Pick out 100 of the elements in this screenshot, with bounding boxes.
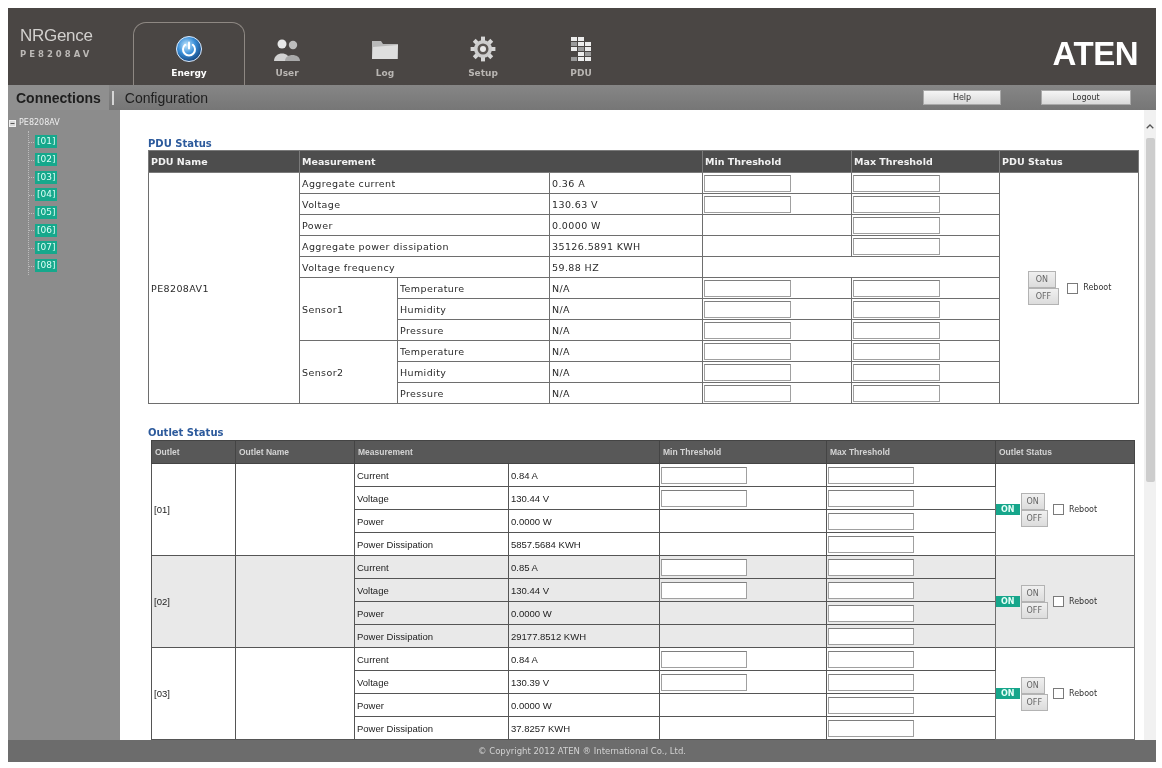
measurement-label: Power: [299, 214, 550, 236]
nav-tab[interactable]: Setup: [434, 22, 532, 85]
measurement-value: N/A: [549, 382, 703, 404]
max-threshold-field[interactable]: [853, 216, 941, 234]
measurement-label: Aggregate power dissipation: [299, 235, 550, 257]
max-threshold-field[interactable]: [828, 558, 914, 576]
help-button[interactable]: Help: [923, 90, 1001, 105]
measurement-value: 130.44 V: [508, 578, 660, 602]
measurement-value: 0.0000 W: [508, 601, 660, 625]
max-threshold-field[interactable]: [853, 363, 941, 381]
on-button[interactable]: ON: [1020, 492, 1045, 510]
max-threshold-field[interactable]: [853, 300, 941, 318]
on-button[interactable]: ON: [1020, 584, 1045, 602]
reboot-checkbox[interactable]: [1053, 688, 1064, 699]
max-threshold-field[interactable]: [828, 581, 914, 599]
reboot-checkbox[interactable]: [1053, 596, 1064, 607]
measurement-value: 0.0000 W: [508, 693, 660, 717]
measurement-label: Voltage frequency: [299, 256, 550, 278]
min-threshold-field[interactable]: [704, 321, 792, 339]
max-threshold-field[interactable]: [828, 466, 914, 484]
max-threshold-field[interactable]: [853, 321, 941, 339]
subnav-tab[interactable]: Connections: [8, 85, 109, 110]
max-threshold-field[interactable]: [853, 195, 941, 213]
tree-item[interactable]: [03]: [35, 170, 58, 184]
min-threshold-field[interactable]: [661, 581, 747, 599]
measurement-label: Power: [354, 601, 509, 625]
logout-button[interactable]: Logout: [1041, 90, 1131, 105]
max-threshold-field[interactable]: [828, 489, 914, 507]
measurement-value: N/A: [549, 340, 703, 362]
scrollbar-thumb[interactable]: [1145, 138, 1155, 482]
min-threshold-field[interactable]: [661, 558, 747, 576]
reboot-checkbox[interactable]: [1067, 282, 1079, 294]
measurement-value: 37.8257 KWH: [508, 716, 660, 740]
off-button[interactable]: OFF: [1020, 693, 1048, 711]
column-header: Outlet Name: [235, 440, 355, 464]
sensor-reading-label: Temperature: [397, 340, 550, 362]
reboot-label: Reboot: [1069, 596, 1098, 607]
on-button[interactable]: ON: [1027, 271, 1056, 288]
sensor-reading-label: Temperature: [397, 277, 550, 299]
section-title: PDU Status: [148, 138, 212, 149]
max-threshold-field[interactable]: [853, 174, 941, 192]
column-header: PDU Status: [999, 150, 1139, 173]
max-threshold-field[interactable]: [828, 604, 914, 622]
max-threshold-field[interactable]: [853, 342, 941, 360]
off-button[interactable]: OFF: [1020, 601, 1048, 619]
tree-item[interactable]: [08]: [35, 259, 58, 273]
power-icon: [176, 36, 202, 62]
min-threshold-field[interactable]: [704, 342, 792, 360]
min-threshold-field[interactable]: [704, 384, 792, 402]
min-threshold-field[interactable]: [704, 174, 792, 192]
status-badge: ON: [996, 504, 1020, 515]
tree-item[interactable]: [07]: [35, 241, 58, 255]
min-threshold-field[interactable]: [704, 195, 792, 213]
measurement-label: Power Dissipation: [354, 532, 509, 556]
off-button[interactable]: OFF: [1027, 288, 1060, 305]
tree-item[interactable]: [01]: [35, 135, 58, 149]
status-badge: ON: [996, 596, 1020, 607]
min-threshold-field[interactable]: [661, 489, 747, 507]
tree-item[interactable]: [06]: [35, 223, 58, 237]
min-threshold-field[interactable]: [661, 466, 747, 484]
min-threshold-field[interactable]: [661, 650, 747, 668]
measurement-value: N/A: [549, 361, 703, 383]
sensor-name: Sensor2: [299, 340, 398, 404]
measurement-value: 0.84 A: [508, 647, 660, 671]
min-threshold-field[interactable]: [704, 363, 792, 381]
max-threshold-field[interactable]: [828, 673, 914, 691]
off-button[interactable]: OFF: [1020, 509, 1048, 527]
reboot-label: Reboot: [1083, 283, 1112, 293]
on-button[interactable]: ON: [1020, 676, 1045, 694]
minus-box-icon[interactable]: [9, 119, 16, 127]
measurement-label: Power: [354, 509, 509, 533]
max-threshold-field[interactable]: [828, 719, 914, 737]
max-threshold-field[interactable]: [828, 696, 914, 714]
max-threshold-field[interactable]: [853, 279, 941, 297]
subnav-tab[interactable]: Configuration: [116, 85, 217, 110]
max-threshold-field[interactable]: [828, 650, 914, 668]
measurement-label: Current: [354, 463, 509, 487]
column-header: Measurement: [354, 440, 660, 464]
nav-tab[interactable]: PDU: [532, 22, 630, 85]
scrollbar[interactable]: [1144, 110, 1156, 740]
min-threshold-field[interactable]: [661, 673, 747, 691]
reboot-checkbox[interactable]: [1053, 504, 1064, 515]
min-threshold-field[interactable]: [704, 279, 792, 297]
measurement-label: Voltage: [299, 193, 550, 215]
tree-item[interactable]: [05]: [35, 206, 58, 220]
scroll-up-icon[interactable]: [1146, 124, 1154, 129]
tree-item[interactable]: [04]: [35, 188, 58, 202]
tree-root-label[interactable]: PE8208AV: [19, 118, 60, 128]
min-threshold-field[interactable]: [704, 300, 792, 318]
nav-tab[interactable]: Log: [336, 22, 434, 85]
max-threshold-field[interactable]: [853, 384, 941, 402]
max-threshold-field[interactable]: [828, 627, 914, 645]
max-threshold-field[interactable]: [853, 237, 941, 255]
sensor-reading-label: Humidity: [397, 298, 550, 320]
sensor-reading-label: Pressure: [397, 319, 550, 341]
max-threshold-field[interactable]: [828, 512, 914, 530]
tree-item[interactable]: [02]: [35, 153, 58, 167]
max-threshold-field[interactable]: [828, 535, 914, 553]
measurement-value: N/A: [549, 298, 703, 320]
status-badge: ON: [996, 688, 1020, 699]
